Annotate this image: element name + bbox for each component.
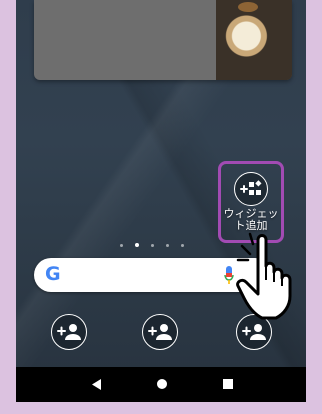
add-widget-icon[interactable] [234, 172, 268, 206]
back-icon[interactable] [92, 379, 102, 390]
page-dot [120, 243, 123, 247]
add-contact-icon[interactable] [51, 314, 87, 350]
add-contact-glyph [57, 324, 81, 340]
add-widget-label[interactable]: ウィジェッ ト追加 [220, 208, 282, 232]
navigation-bar [16, 367, 306, 402]
page-dot [181, 243, 184, 247]
page-dot [166, 243, 169, 247]
recents-icon[interactable] [223, 379, 233, 389]
media-card[interactable] [34, 0, 292, 80]
page-dot [151, 243, 154, 247]
food-photo [216, 0, 292, 80]
page-dot-active [135, 243, 139, 247]
page-indicator [120, 243, 184, 247]
add-contact-icon[interactable] [142, 314, 178, 350]
add-widget-glyph [240, 180, 262, 195]
home-icon[interactable] [157, 379, 167, 389]
google-logo: G [45, 263, 61, 285]
add-contact-glyph [242, 324, 266, 340]
pointing-hand-icon [236, 232, 292, 320]
add-contact-glyph [148, 324, 172, 340]
mic-icon[interactable] [224, 265, 234, 285]
add-widget-label-line2: ト追加 [234, 219, 268, 232]
